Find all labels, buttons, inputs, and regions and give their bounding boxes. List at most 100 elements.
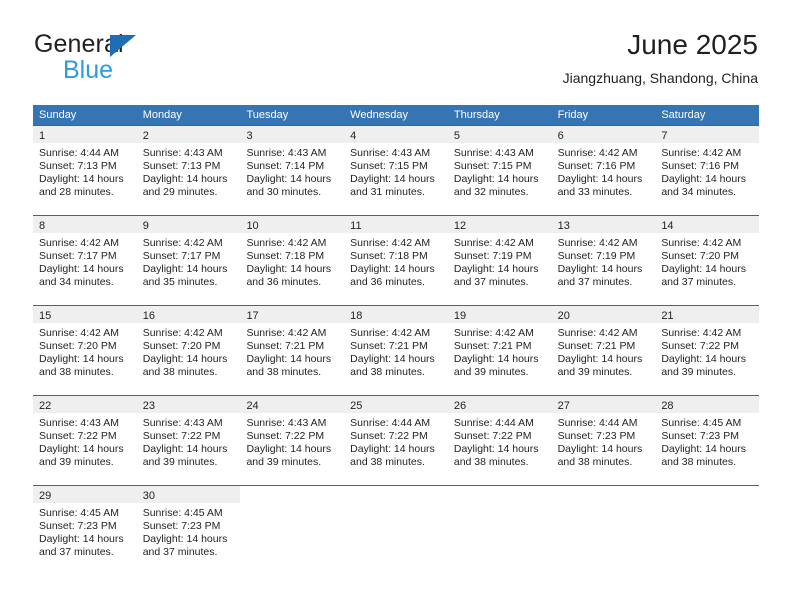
day-number-band: 5 <box>447 126 552 143</box>
day-cell[interactable]: 22 Sunrise: 4:43 AM Sunset: 7:22 PM Dayl… <box>33 396 137 485</box>
brand-name-blue: Blue <box>63 56 114 84</box>
daylight-text-line2: and 37 minutes. <box>557 276 633 288</box>
daylight-text-line2: and 34 minutes. <box>661 186 737 198</box>
day-number: 17 <box>246 310 259 322</box>
day-number: 26 <box>453 400 467 412</box>
day-number: 28 <box>661 400 674 412</box>
day-body: Sunrise: 4:42 AM Sunset: 7:20 PM Dayligh… <box>33 323 137 379</box>
day-cell[interactable]: 21 Sunrise: 4:42 AM Sunset: 7:22 PM Dayl… <box>655 306 760 395</box>
day-cell[interactable]: 23 Sunrise: 4:43 AM Sunset: 7:22 PM Dayl… <box>136 396 241 485</box>
daylight-text-line1: Daylight: 14 hours <box>350 443 435 455</box>
daylight-text-line1: Daylight: 14 hours <box>453 443 539 455</box>
day-body: Sunrise: 4:44 AM Sunset: 7:23 PM Dayligh… <box>552 413 656 469</box>
sunrise-text: Sunrise: 4:43 AM <box>39 417 119 429</box>
day-cell[interactable]: 30 Sunrise: 4:45 AM Sunset: 7:23 PM Dayl… <box>136 486 241 575</box>
day-number-band: 6 <box>551 126 656 143</box>
sunset-text: Sunset: 7:17 PM <box>142 250 221 262</box>
week-row: 8 Sunrise: 4:42 AM Sunset: 7:17 PM Dayli… <box>33 215 760 305</box>
title-block: June 2025 Jiangzhuang, Shandong, China <box>563 28 758 87</box>
daylight-text-line1: Daylight: 14 hours <box>246 443 332 455</box>
day-number-band: 3 <box>240 126 345 143</box>
day-number-band: 26 <box>447 396 552 413</box>
day-number-band: 20 <box>551 306 656 323</box>
day-number: 15 <box>39 310 52 322</box>
day-cell[interactable]: 25 Sunrise: 4:44 AM Sunset: 7:22 PM Dayl… <box>344 396 448 485</box>
day-cell[interactable]: 10 Sunrise: 4:42 AM Sunset: 7:18 PM Dayl… <box>240 216 345 305</box>
daylight-text-line2: and 37 minutes. <box>39 546 114 558</box>
daylight-text-line1: Daylight: 14 hours <box>246 263 332 275</box>
day-body: Sunrise: 4:42 AM Sunset: 7:21 PM Dayligh… <box>344 323 448 379</box>
day-cell[interactable]: 13 Sunrise: 4:42 AM Sunset: 7:19 PM Dayl… <box>551 216 656 305</box>
daylight-text-line1: Daylight: 14 hours <box>142 173 228 185</box>
day-number-band: 29 <box>33 486 137 503</box>
sunset-text: Sunset: 7:20 PM <box>661 250 739 262</box>
day-body: Sunrise: 4:44 AM Sunset: 7:22 PM Dayligh… <box>448 413 552 469</box>
daylight-text-line1: Daylight: 14 hours <box>557 443 643 455</box>
day-number: 19 <box>453 310 467 322</box>
day-body: Sunrise: 4:42 AM Sunset: 7:20 PM Dayligh… <box>655 233 759 289</box>
sunset-text: Sunset: 7:18 PM <box>246 250 325 262</box>
day-cell[interactable]: 11 Sunrise: 4:42 AM Sunset: 7:18 PM Dayl… <box>344 216 448 305</box>
daylight-text-line1: Daylight: 14 hours <box>142 353 228 365</box>
day-number: 12 <box>453 220 467 232</box>
daylight-text-line1: Daylight: 14 hours <box>557 173 643 185</box>
day-cell[interactable]: 3 Sunrise: 4:43 AM Sunset: 7:14 PM Dayli… <box>240 126 345 215</box>
day-cell[interactable]: 6 Sunrise: 4:42 AM Sunset: 7:16 PM Dayli… <box>551 126 656 215</box>
day-cell[interactable]: 1 Sunrise: 4:44 AM Sunset: 7:13 PM Dayli… <box>33 126 137 215</box>
sunset-text: Sunset: 7:21 PM <box>557 340 636 352</box>
day-cell[interactable]: 20 Sunrise: 4:42 AM Sunset: 7:21 PM Dayl… <box>551 306 656 395</box>
day-cell[interactable]: 14 Sunrise: 4:42 AM Sunset: 7:20 PM Dayl… <box>655 216 760 305</box>
daylight-text-line2: and 36 minutes. <box>350 276 425 288</box>
day-cell[interactable]: 12 Sunrise: 4:42 AM Sunset: 7:19 PM Dayl… <box>447 216 552 305</box>
daylight-text-line1: Daylight: 14 hours <box>453 353 539 365</box>
day-cell[interactable]: 7 Sunrise: 4:42 AM Sunset: 7:16 PM Dayli… <box>655 126 760 215</box>
day-cell[interactable]: 8 Sunrise: 4:42 AM Sunset: 7:17 PM Dayli… <box>33 216 137 305</box>
sunrise-text: Sunrise: 4:42 AM <box>557 327 638 339</box>
daylight-text-line1: Daylight: 14 hours <box>142 263 228 275</box>
day-number: 3 <box>246 130 253 142</box>
daylight-text-line1: Daylight: 14 hours <box>350 263 435 275</box>
sunrise-text: Sunrise: 4:42 AM <box>246 237 327 249</box>
triangle-icon <box>110 35 136 57</box>
sunrise-text: Sunrise: 4:45 AM <box>39 507 119 519</box>
sunrise-text: Sunrise: 4:43 AM <box>142 147 223 159</box>
day-number-band: 8 <box>33 216 137 233</box>
day-body: Sunrise: 4:43 AM Sunset: 7:15 PM Dayligh… <box>448 143 552 199</box>
daylight-text-line2: and 29 minutes. <box>142 186 218 198</box>
day-cell[interactable]: 28 Sunrise: 4:45 AM Sunset: 7:23 PM Dayl… <box>655 396 760 485</box>
sunrise-text: Sunrise: 4:42 AM <box>142 327 223 339</box>
daylight-text-line1: Daylight: 14 hours <box>39 263 124 275</box>
day-body: Sunrise: 4:43 AM Sunset: 7:15 PM Dayligh… <box>344 143 448 199</box>
day-number-band: 28 <box>655 396 760 413</box>
day-cell[interactable]: 5 Sunrise: 4:43 AM Sunset: 7:15 PM Dayli… <box>447 126 552 215</box>
location-subtitle: Jiangzhuang, Shandong, China <box>562 70 758 86</box>
daylight-text-line2: and 39 minutes. <box>39 456 114 468</box>
daylight-text-line2: and 37 minutes. <box>453 276 529 288</box>
day-cell[interactable]: 19 Sunrise: 4:42 AM Sunset: 7:21 PM Dayl… <box>447 306 552 395</box>
day-cell-empty <box>655 486 759 575</box>
day-cell[interactable]: 4 Sunrise: 4:43 AM Sunset: 7:15 PM Dayli… <box>344 126 448 215</box>
day-cell[interactable]: 18 Sunrise: 4:42 AM Sunset: 7:21 PM Dayl… <box>344 306 448 395</box>
day-cell[interactable]: 16 Sunrise: 4:42 AM Sunset: 7:20 PM Dayl… <box>136 306 241 395</box>
day-body: Sunrise: 4:42 AM Sunset: 7:16 PM Dayligh… <box>655 143 759 199</box>
day-body: Sunrise: 4:42 AM Sunset: 7:22 PM Dayligh… <box>655 323 759 379</box>
day-cell[interactable]: 15 Sunrise: 4:42 AM Sunset: 7:20 PM Dayl… <box>33 306 137 395</box>
day-cell[interactable]: 9 Sunrise: 4:42 AM Sunset: 7:17 PM Dayli… <box>136 216 241 305</box>
day-cell[interactable]: 2 Sunrise: 4:43 AM Sunset: 7:13 PM Dayli… <box>136 126 241 215</box>
sunset-text: Sunset: 7:21 PM <box>453 340 532 352</box>
daylight-text-line1: Daylight: 14 hours <box>453 173 539 185</box>
brand-logo[interactable]: General Blue <box>34 30 274 92</box>
daylight-text-line1: Daylight: 14 hours <box>39 353 124 365</box>
day-cell[interactable]: 29 Sunrise: 4:45 AM Sunset: 7:23 PM Dayl… <box>33 486 137 575</box>
day-cell[interactable]: 26 Sunrise: 4:44 AM Sunset: 7:22 PM Dayl… <box>447 396 552 485</box>
day-cell[interactable]: 24 Sunrise: 4:43 AM Sunset: 7:22 PM Dayl… <box>240 396 345 485</box>
sunset-text: Sunset: 7:22 PM <box>350 430 428 442</box>
day-number: 2 <box>142 130 149 142</box>
sunrise-text: Sunrise: 4:44 AM <box>557 417 638 429</box>
daylight-text-line1: Daylight: 14 hours <box>142 533 228 545</box>
daylight-text-line2: and 39 minutes. <box>557 366 633 378</box>
daylight-text-line1: Daylight: 14 hours <box>661 173 746 185</box>
day-number-band: 13 <box>551 216 656 233</box>
day-cell[interactable]: 27 Sunrise: 4:44 AM Sunset: 7:23 PM Dayl… <box>551 396 656 485</box>
day-cell[interactable]: 17 Sunrise: 4:42 AM Sunset: 7:21 PM Dayl… <box>240 306 345 395</box>
